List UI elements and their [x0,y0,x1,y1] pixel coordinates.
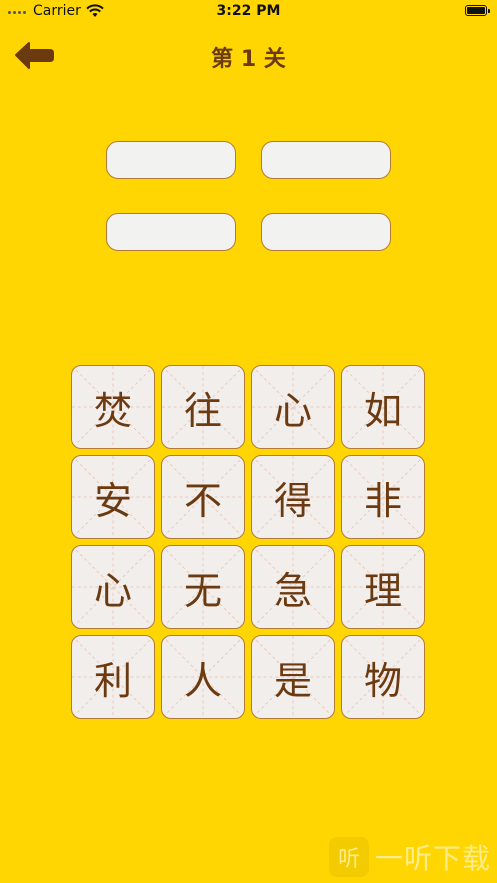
character-tile-label: 焚 [93,388,132,433]
character-tile[interactable]: 急 [251,545,335,629]
answer-slot-1[interactable] [106,141,236,179]
character-tile-label: 利 [93,658,132,703]
character-tile[interactable]: 心 [251,365,335,449]
character-tile[interactable]: 往 [161,365,245,449]
character-tile[interactable]: 无 [161,545,245,629]
character-tile-label: 无 [183,568,222,613]
character-tile[interactable]: 安 [71,455,155,539]
watermark: 听 一听下载 [328,837,491,877]
character-tile-label: 非 [363,478,402,523]
watermark-logo-icon: 听 [328,837,369,877]
character-tile[interactable]: 是 [251,635,335,719]
character-tile[interactable]: 人 [161,635,245,719]
status-bar: Carrier 3:22 PM [0,0,497,24]
character-tile-label: 往 [183,388,222,433]
character-tile[interactable]: 得 [251,455,335,539]
character-tile[interactable]: 如 [341,365,425,449]
level-title: 第 1 关 [211,47,286,72]
watermark-text: 一听下载 [374,842,491,875]
character-tile[interactable]: 不 [161,455,245,539]
character-tile-label: 如 [363,388,402,433]
answer-slot-4[interactable] [261,213,391,251]
character-tile-label: 心 [273,388,312,433]
character-tile-label: 心 [93,568,132,613]
character-tile[interactable]: 物 [341,635,425,719]
character-tile-label: 是 [273,658,312,703]
character-tile-label: 不 [183,478,222,523]
status-time: 3:22 PM [216,3,281,19]
character-tile-label: 物 [363,658,402,703]
character-tile[interactable]: 理 [341,545,425,629]
character-tile-label: 急 [273,568,312,613]
character-tile[interactable]: 焚 [71,365,155,449]
character-tile-label: 安 [93,478,132,523]
answer-slot-2[interactable] [261,141,391,179]
battery-icon [465,5,490,16]
character-tile[interactable]: 利 [71,635,155,719]
answer-slot-3[interactable] [106,213,236,251]
character-tile[interactable]: 非 [341,455,425,539]
character-tile-label: 人 [183,658,222,703]
character-tile[interactable]: 心 [71,545,155,629]
character-tile-label: 得 [273,478,312,523]
character-tile-label: 理 [363,568,402,613]
